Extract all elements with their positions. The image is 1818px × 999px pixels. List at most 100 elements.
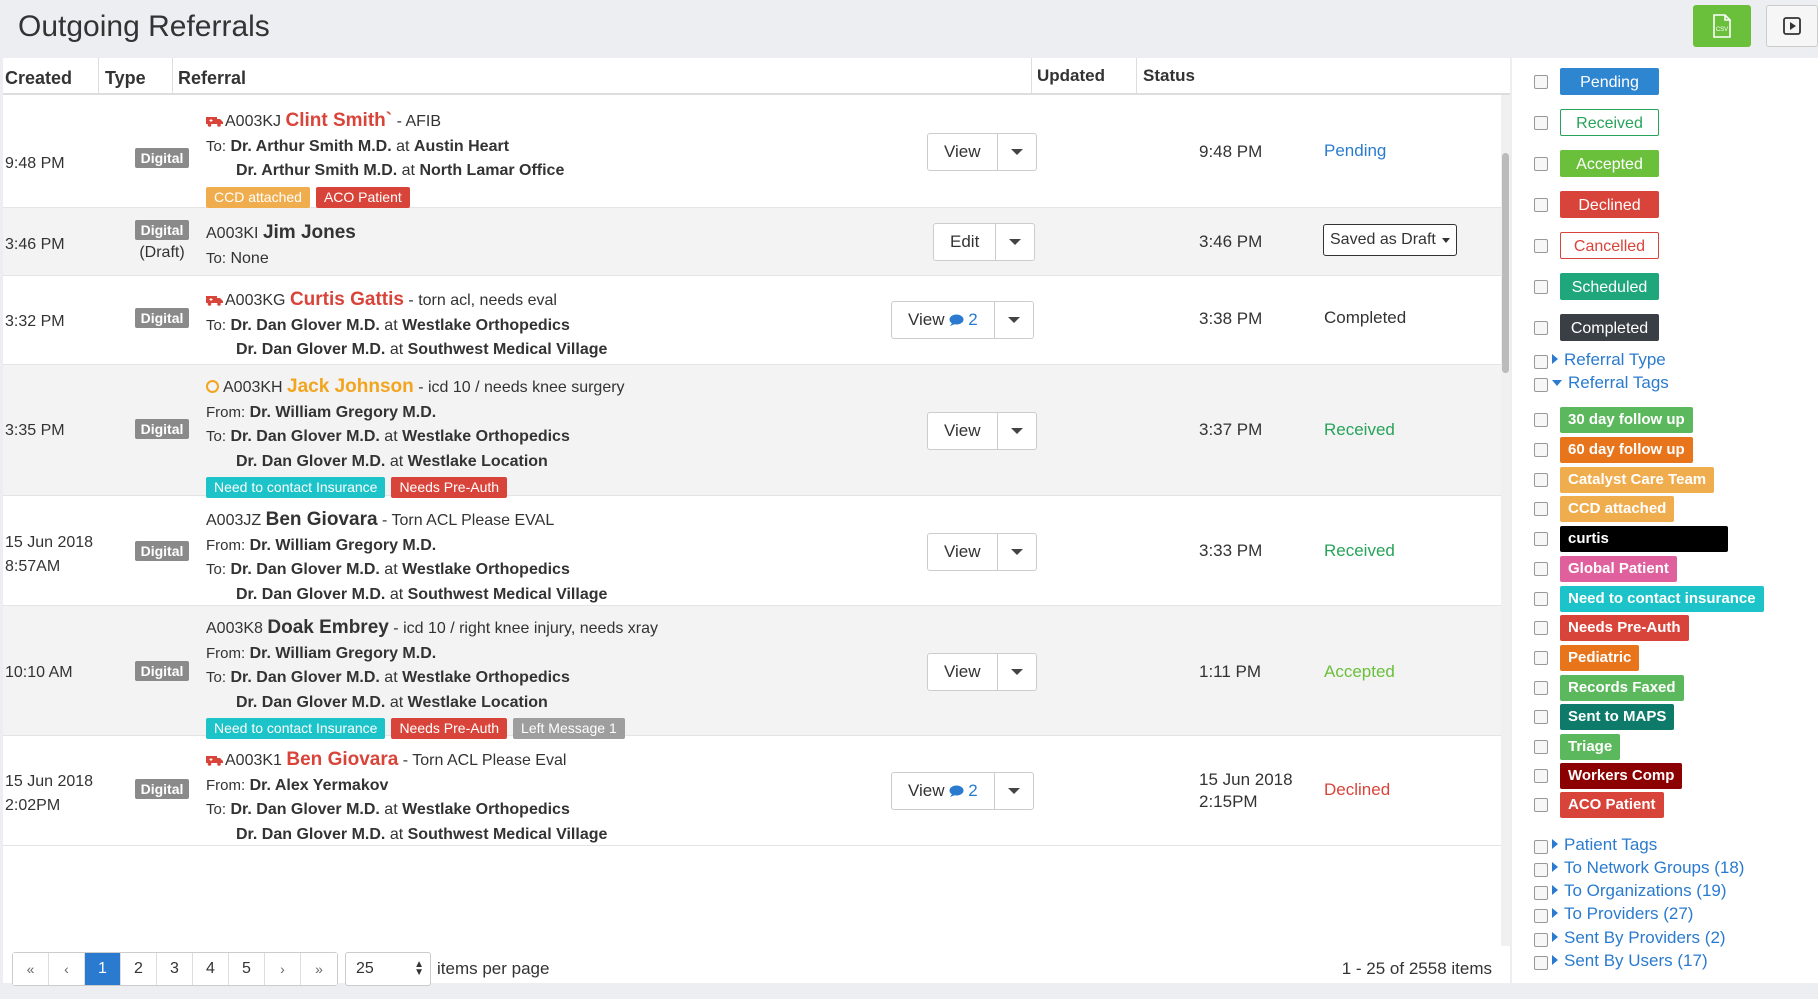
status-filter-accepted[interactable]: Accepted — [1512, 150, 1818, 178]
patient-name[interactable]: Jim Jones — [263, 222, 356, 243]
checkbox[interactable] — [1534, 933, 1548, 947]
actions-dropdown[interactable] — [998, 654, 1036, 690]
present-button[interactable] — [1766, 5, 1818, 47]
sent-by-users-filter[interactable]: Sent By Users (17) — [1512, 949, 1818, 977]
patient-name[interactable]: Ben Giovara — [266, 509, 378, 530]
status-filter-cancelled[interactable]: Cancelled — [1512, 232, 1818, 260]
checkbox[interactable] — [1534, 840, 1548, 854]
tag-filter[interactable]: 60 day follow up — [1512, 436, 1818, 464]
tag-pill[interactable]: Records Faxed — [1560, 675, 1684, 701]
col-updated[interactable]: Updated — [1037, 58, 1105, 95]
status-pill[interactable]: Pending — [1560, 68, 1659, 95]
col-created[interactable]: Created — [5, 58, 72, 95]
checkbox[interactable] — [1534, 562, 1548, 576]
checkbox[interactable] — [1534, 355, 1548, 369]
page-button[interactable]: 1 — [85, 953, 121, 985]
tag-pill[interactable]: ACO Patient — [1560, 792, 1664, 818]
tag-pill[interactable]: 30 day follow up — [1560, 407, 1693, 433]
checkbox[interactable] — [1534, 157, 1548, 171]
checkbox[interactable] — [1534, 75, 1548, 89]
tag-filter[interactable]: Catalyst Care Team — [1512, 466, 1818, 494]
checkbox[interactable] — [1534, 740, 1548, 754]
tag-filter[interactable]: Global Patient — [1512, 555, 1818, 583]
actions-dropdown[interactable] — [996, 224, 1034, 260]
group-toggle[interactable]: Sent By Providers (2) — [1552, 926, 1726, 950]
checkbox[interactable] — [1534, 769, 1548, 783]
col-status[interactable]: Status — [1143, 58, 1195, 95]
actions-dropdown[interactable] — [998, 534, 1036, 570]
group-toggle[interactable]: To Network Groups (18) — [1552, 856, 1744, 880]
checkbox[interactable] — [1534, 502, 1548, 516]
checkbox[interactable] — [1534, 532, 1548, 546]
table-row[interactable]: 3:46 PM Digital (Draft) A003KI Jim Jones… — [3, 208, 1501, 276]
checkbox[interactable] — [1534, 378, 1548, 392]
edit-button[interactable]: Edit — [934, 224, 997, 260]
status-pill[interactable]: Completed — [1560, 314, 1659, 341]
view-button[interactable]: View — [928, 654, 998, 690]
tag-filter[interactable]: Workers Comp — [1512, 762, 1818, 790]
vertical-scrollbar[interactable] — [1501, 95, 1510, 971]
checkbox[interactable] — [1534, 798, 1548, 812]
referral-type-toggle[interactable]: Referral Type — [1552, 348, 1666, 372]
status-filter-declined[interactable]: Declined — [1512, 191, 1818, 219]
checkbox[interactable] — [1534, 886, 1548, 900]
patient-name[interactable]: Clint Smith` — [286, 110, 393, 131]
tag-filter[interactable]: curtis — [1512, 525, 1818, 553]
patient-name[interactable]: Doak Embrey — [267, 617, 388, 638]
tag-filter[interactable]: ACO Patient — [1512, 791, 1818, 819]
tag-filter[interactable]: CCD attached — [1512, 495, 1818, 523]
table-row[interactable]: 10:10 AM Digital A003K8 Doak Embrey - ic… — [3, 606, 1501, 739]
patient-name[interactable]: Ben Giovara — [286, 749, 398, 770]
group-toggle[interactable]: Patient Tags — [1552, 833, 1657, 857]
table-row[interactable]: 15 Jun 2018 8:57AM Digital A003JZ Ben Gio… — [3, 496, 1501, 606]
tag-pill[interactable]: Workers Comp — [1560, 763, 1683, 789]
referral-tags-toggle[interactable]: Referral Tags — [1552, 371, 1669, 395]
checkbox[interactable] — [1534, 621, 1548, 635]
actions-dropdown[interactable] — [995, 302, 1033, 338]
tag-filter[interactable]: Sent to MAPS — [1512, 703, 1818, 731]
page-button[interactable]: 5 — [229, 953, 265, 985]
view-button[interactable]: View — [928, 534, 998, 570]
checkbox[interactable] — [1534, 198, 1548, 212]
status-pill[interactable]: Declined — [1560, 191, 1659, 218]
tag-pill[interactable]: 60 day follow up — [1560, 437, 1693, 463]
tag-filter[interactable]: Pediatric — [1512, 644, 1818, 672]
checkbox[interactable] — [1534, 443, 1548, 457]
checkbox[interactable] — [1534, 592, 1548, 606]
tag-filter[interactable]: Records Faxed — [1512, 674, 1818, 702]
prev-page-button[interactable]: ‹ — [49, 953, 85, 985]
view-button[interactable]: View 2 — [892, 302, 995, 338]
status-pill[interactable]: Accepted — [1560, 150, 1659, 177]
actions-dropdown[interactable] — [998, 413, 1036, 449]
checkbox[interactable] — [1534, 413, 1548, 427]
tag-pill[interactable]: Triage — [1560, 734, 1621, 760]
group-toggle[interactable]: Sent By Users (17) — [1552, 949, 1708, 973]
tag-pill[interactable]: Needs Pre-Auth — [1560, 615, 1689, 641]
page-button[interactable]: 3 — [157, 953, 193, 985]
table-row[interactable]: 3:35 PM Digital A003KH Jack Johnson - ic… — [3, 365, 1501, 498]
checkbox[interactable] — [1534, 651, 1548, 665]
checkbox[interactable] — [1534, 681, 1548, 695]
checkbox[interactable] — [1534, 863, 1548, 877]
checkbox[interactable] — [1534, 956, 1548, 970]
table-row[interactable]: 9:48 PM Digital A003KJ Clint Smith` - AF… — [3, 95, 1501, 208]
checkbox[interactable] — [1534, 321, 1548, 335]
first-page-button[interactable]: « — [13, 953, 49, 985]
tag-filter[interactable]: Triage — [1512, 733, 1818, 761]
group-toggle[interactable]: To Providers (27) — [1552, 902, 1693, 926]
tag-pill[interactable]: Catalyst Care Team — [1560, 467, 1715, 493]
group-toggle[interactable]: To Organizations (19) — [1552, 879, 1727, 903]
status-filter-pending[interactable]: Pending — [1512, 68, 1818, 96]
last-page-button[interactable]: » — [301, 953, 337, 985]
status-pill[interactable]: Cancelled — [1560, 232, 1659, 259]
checkbox[interactable] — [1534, 116, 1548, 130]
tag-pill[interactable]: Need to contact insurance — [1560, 586, 1764, 612]
table-row[interactable]: 3:32 PM Digital A003KG Curtis Gattis - t… — [3, 276, 1501, 365]
checkbox[interactable] — [1534, 909, 1548, 923]
status-pill[interactable]: Received — [1560, 109, 1659, 136]
actions-dropdown[interactable] — [995, 773, 1033, 809]
tag-pill[interactable]: Pediatric — [1560, 645, 1640, 671]
patient-name[interactable]: Curtis Gattis — [290, 289, 404, 310]
tag-filter[interactable]: Need to contact insurance — [1512, 585, 1818, 613]
checkbox[interactable] — [1534, 473, 1548, 487]
